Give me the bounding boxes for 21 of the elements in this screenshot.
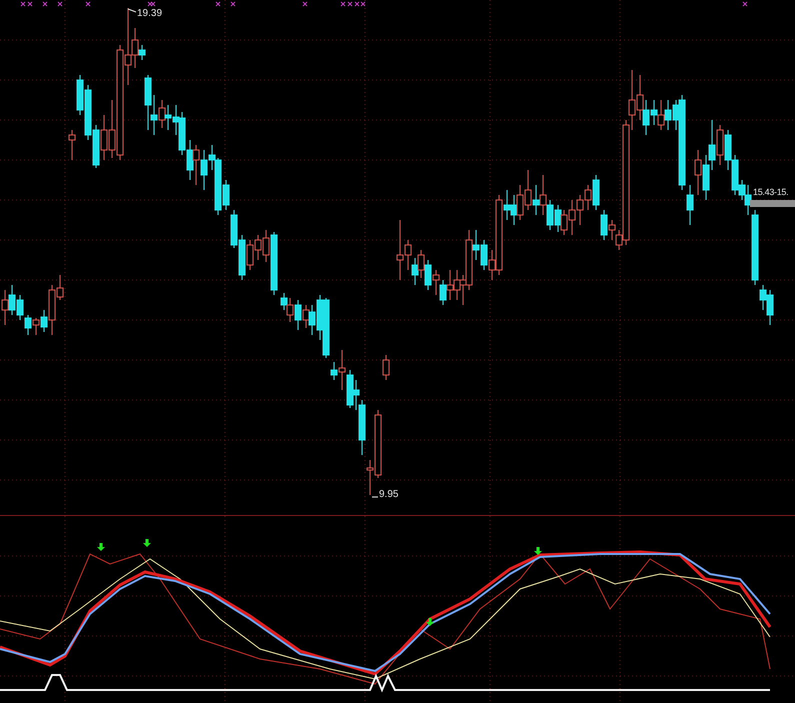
cross-mark-icon xyxy=(302,2,308,6)
cross-mark-icon xyxy=(28,2,32,6)
last-price-label: 15.43-15. xyxy=(753,188,788,197)
candlestick xyxy=(382,354,390,380)
cross-mark-icon xyxy=(20,2,26,6)
high-price-label: 19.39 xyxy=(137,9,162,19)
cross-mark-icon xyxy=(86,2,90,6)
cross-mark-icon xyxy=(216,2,220,6)
candlestick xyxy=(68,130,76,160)
down-arrow-icon xyxy=(534,547,542,555)
down-arrow-icon xyxy=(97,543,105,551)
cross-mark-icon xyxy=(348,2,352,6)
price-marker-bar xyxy=(750,200,795,207)
cross-mark-icon xyxy=(42,2,48,6)
low-price-label: 9.95 xyxy=(379,490,398,500)
down-arrow-icon xyxy=(426,618,434,626)
cross-mark-icon xyxy=(230,2,236,6)
cross-mark-icon xyxy=(742,2,748,6)
cross-mark-icon xyxy=(58,2,62,6)
cross-mark-icon xyxy=(340,2,346,6)
down-arrow-icon xyxy=(143,539,151,547)
